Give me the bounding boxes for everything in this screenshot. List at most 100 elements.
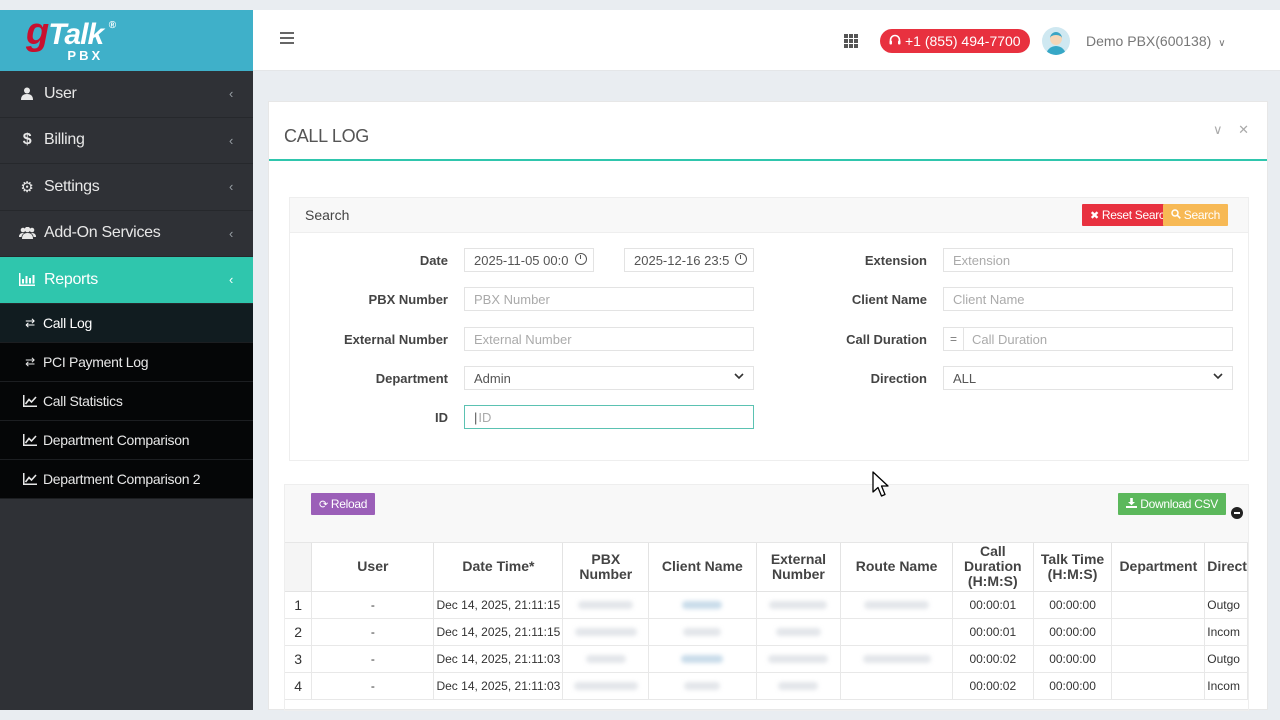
cell-department [1111,672,1206,700]
column-header-external-number[interactable]: External Number [756,543,842,592]
sidebar-subitem-label: PCI Payment Log [43,353,149,370]
search-title: Search [305,207,350,223]
column-header-index [285,543,313,592]
clock-icon [575,253,587,265]
sidebar-subitem-call-log[interactable]: ⇄ Call Log [0,303,253,343]
sidebar-item-add-on-services[interactable]: Add-On Services ‹ [0,211,253,257]
column-header-date-time[interactable]: Date Time* [433,543,564,592]
department-select[interactable]: Admin [464,366,754,390]
column-header-client-name[interactable]: Client Name [648,543,757,592]
cell-user: - [311,618,435,646]
collapse-icon[interactable]: ∨ [1213,122,1223,137]
search-button[interactable]: Search [1162,204,1228,226]
sidebar-subitem-department-comparison[interactable]: Department Comparison [0,420,253,460]
call-log-table-section: ⟳ Reload Download CSV User Date Time* PB… [284,484,1249,711]
cell-call-duration: 00:00:01 [952,618,1034,646]
apps-grid-icon[interactable] [844,34,858,48]
sidebar-item-label: Add-On Services [44,224,161,242]
call-duration-input[interactable]: = Call Duration [943,327,1233,351]
table-row[interactable]: 4 - Dec 14, 2025, 21:11:03 00:00:02 00:0… [285,672,1248,700]
cell-call-duration: 00:00:01 [952,591,1034,619]
users-icon [16,227,38,240]
cell-client-name [648,645,757,673]
user-menu[interactable]: Demo PBX(600138) ∨ [1086,33,1226,49]
cell-client-name [648,591,757,619]
column-header-department[interactable]: Department [1111,543,1206,592]
cell-talk-time: 00:00:00 [1033,672,1113,700]
brand-logo[interactable]: gTalk ® PBX [0,10,253,71]
table-row[interactable]: 2 - Dec 14, 2025, 21:11:15 00:00:01 00:0… [285,618,1248,646]
pbx-number-input[interactable]: PBX Number [464,287,754,311]
cell-user: - [311,591,435,619]
close-icon[interactable]: ✕ [1238,122,1249,137]
reload-button[interactable]: ⟳ Reload [311,493,376,515]
panel-header: CALL LOG ∨ ✕ [269,102,1267,161]
sidebar-item-billing[interactable]: $ Billing ‹ [0,118,253,164]
direction-select[interactable]: ALL [943,366,1233,390]
search-header: Search ✖ Reset Search Search [290,198,1248,233]
sidebar-item-user[interactable]: User ‹ [0,71,253,118]
sidebar-item-label: Settings [44,177,100,195]
column-header-talk-time[interactable]: Talk Time (H:M:S) [1033,543,1113,592]
column-header-call-duration[interactable]: Call Duration (H:M:S) [952,543,1034,592]
sidebar: gTalk ® PBX User ‹ $ Billing ‹ ⚙ Setting… [0,10,253,710]
chevron-down-icon [734,371,744,383]
table-toolbar: ⟳ Reload Download CSV [285,485,1248,543]
client-name-label: Client Name [851,292,927,307]
id-input[interactable]: | ID [464,405,754,429]
support-phone-number: +1 (855) 494-7700 [905,33,1021,49]
clock-icon [735,253,747,265]
date-from-input[interactable]: 2025-11-05 00:0 [464,248,594,272]
sidebar-subitem-call-statistics[interactable]: Call Statistics [0,381,253,421]
cell-date-time: Dec 14, 2025, 21:11:15 [433,618,564,646]
department-label: Department [375,371,448,386]
call-log-panel: CALL LOG ∨ ✕ Search ✖ Reset Search Searc… [268,101,1268,711]
cell-route-name [840,618,953,646]
cell-client-name [648,672,757,700]
cell-talk-time: 00:00:00 [1033,645,1113,673]
hamburger-menu-icon[interactable] [280,32,294,44]
download-csv-button[interactable]: Download CSV [1118,493,1226,515]
column-header-direction[interactable]: Direct [1204,543,1248,592]
column-header-pbx-number[interactable]: PBX Number [562,543,650,592]
search-box: Search ✖ Reset Search Search Date PBX Nu… [289,197,1249,461]
cell-external-number [756,645,842,673]
search-icon [1171,208,1181,222]
sidebar-subitem-department-comparison-2[interactable]: Department Comparison 2 [0,459,253,499]
cell-department [1111,618,1206,646]
line-chart-icon [22,433,38,446]
reset-search-label: Reset Search [1101,208,1171,222]
external-number-input[interactable]: External Number [464,327,754,351]
duration-operator-select[interactable]: = [944,328,964,350]
user-icon [16,87,38,101]
collapse-circle-icon[interactable] [1231,507,1243,519]
row-index: 1 [285,591,313,619]
cell-external-number [756,618,842,646]
cell-pbx-number [562,645,650,673]
table-row[interactable]: 3 - Dec 14, 2025, 21:11:03 00:00:02 00:0… [285,645,1248,673]
user-name: Demo PBX(600138) [1086,33,1212,49]
support-phone-button[interactable]: +1 (855) 494-7700 [880,29,1030,53]
headset-icon [889,34,901,49]
column-header-user[interactable]: User [311,543,435,592]
avatar[interactable] [1042,27,1070,55]
cell-direction: Outgo [1204,645,1248,673]
logo-g: g [26,10,49,53]
column-header-route-name[interactable]: Route Name [840,543,953,592]
cell-client-name [648,618,757,646]
table-row[interactable]: 1 - Dec 14, 2025, 21:11:15 00:00:01 00:0… [285,591,1248,619]
date-to-input[interactable]: 2025-12-16 23:5 [624,248,754,272]
sidebar-item-reports[interactable]: Reports ‹ [0,257,253,304]
cell-user: - [311,645,435,673]
sidebar-subitem-pci-payment-log[interactable]: ⇄ PCI Payment Log [0,342,253,382]
client-name-input[interactable]: Client Name [943,287,1233,311]
cell-call-duration: 00:00:02 [952,672,1034,700]
cell-pbx-number [562,672,650,700]
extension-input[interactable]: Extension [943,248,1233,272]
top-bar: +1 (855) 494-7700 Demo PBX(600138) ∨ [253,10,1280,71]
sidebar-item-settings[interactable]: ⚙ Settings ‹ [0,164,253,211]
cell-external-number [756,591,842,619]
chevron-left-icon: ‹ [228,86,233,102]
sidebar-subitem-label: Call Log [43,314,92,331]
logo-reg: ® [108,19,116,31]
